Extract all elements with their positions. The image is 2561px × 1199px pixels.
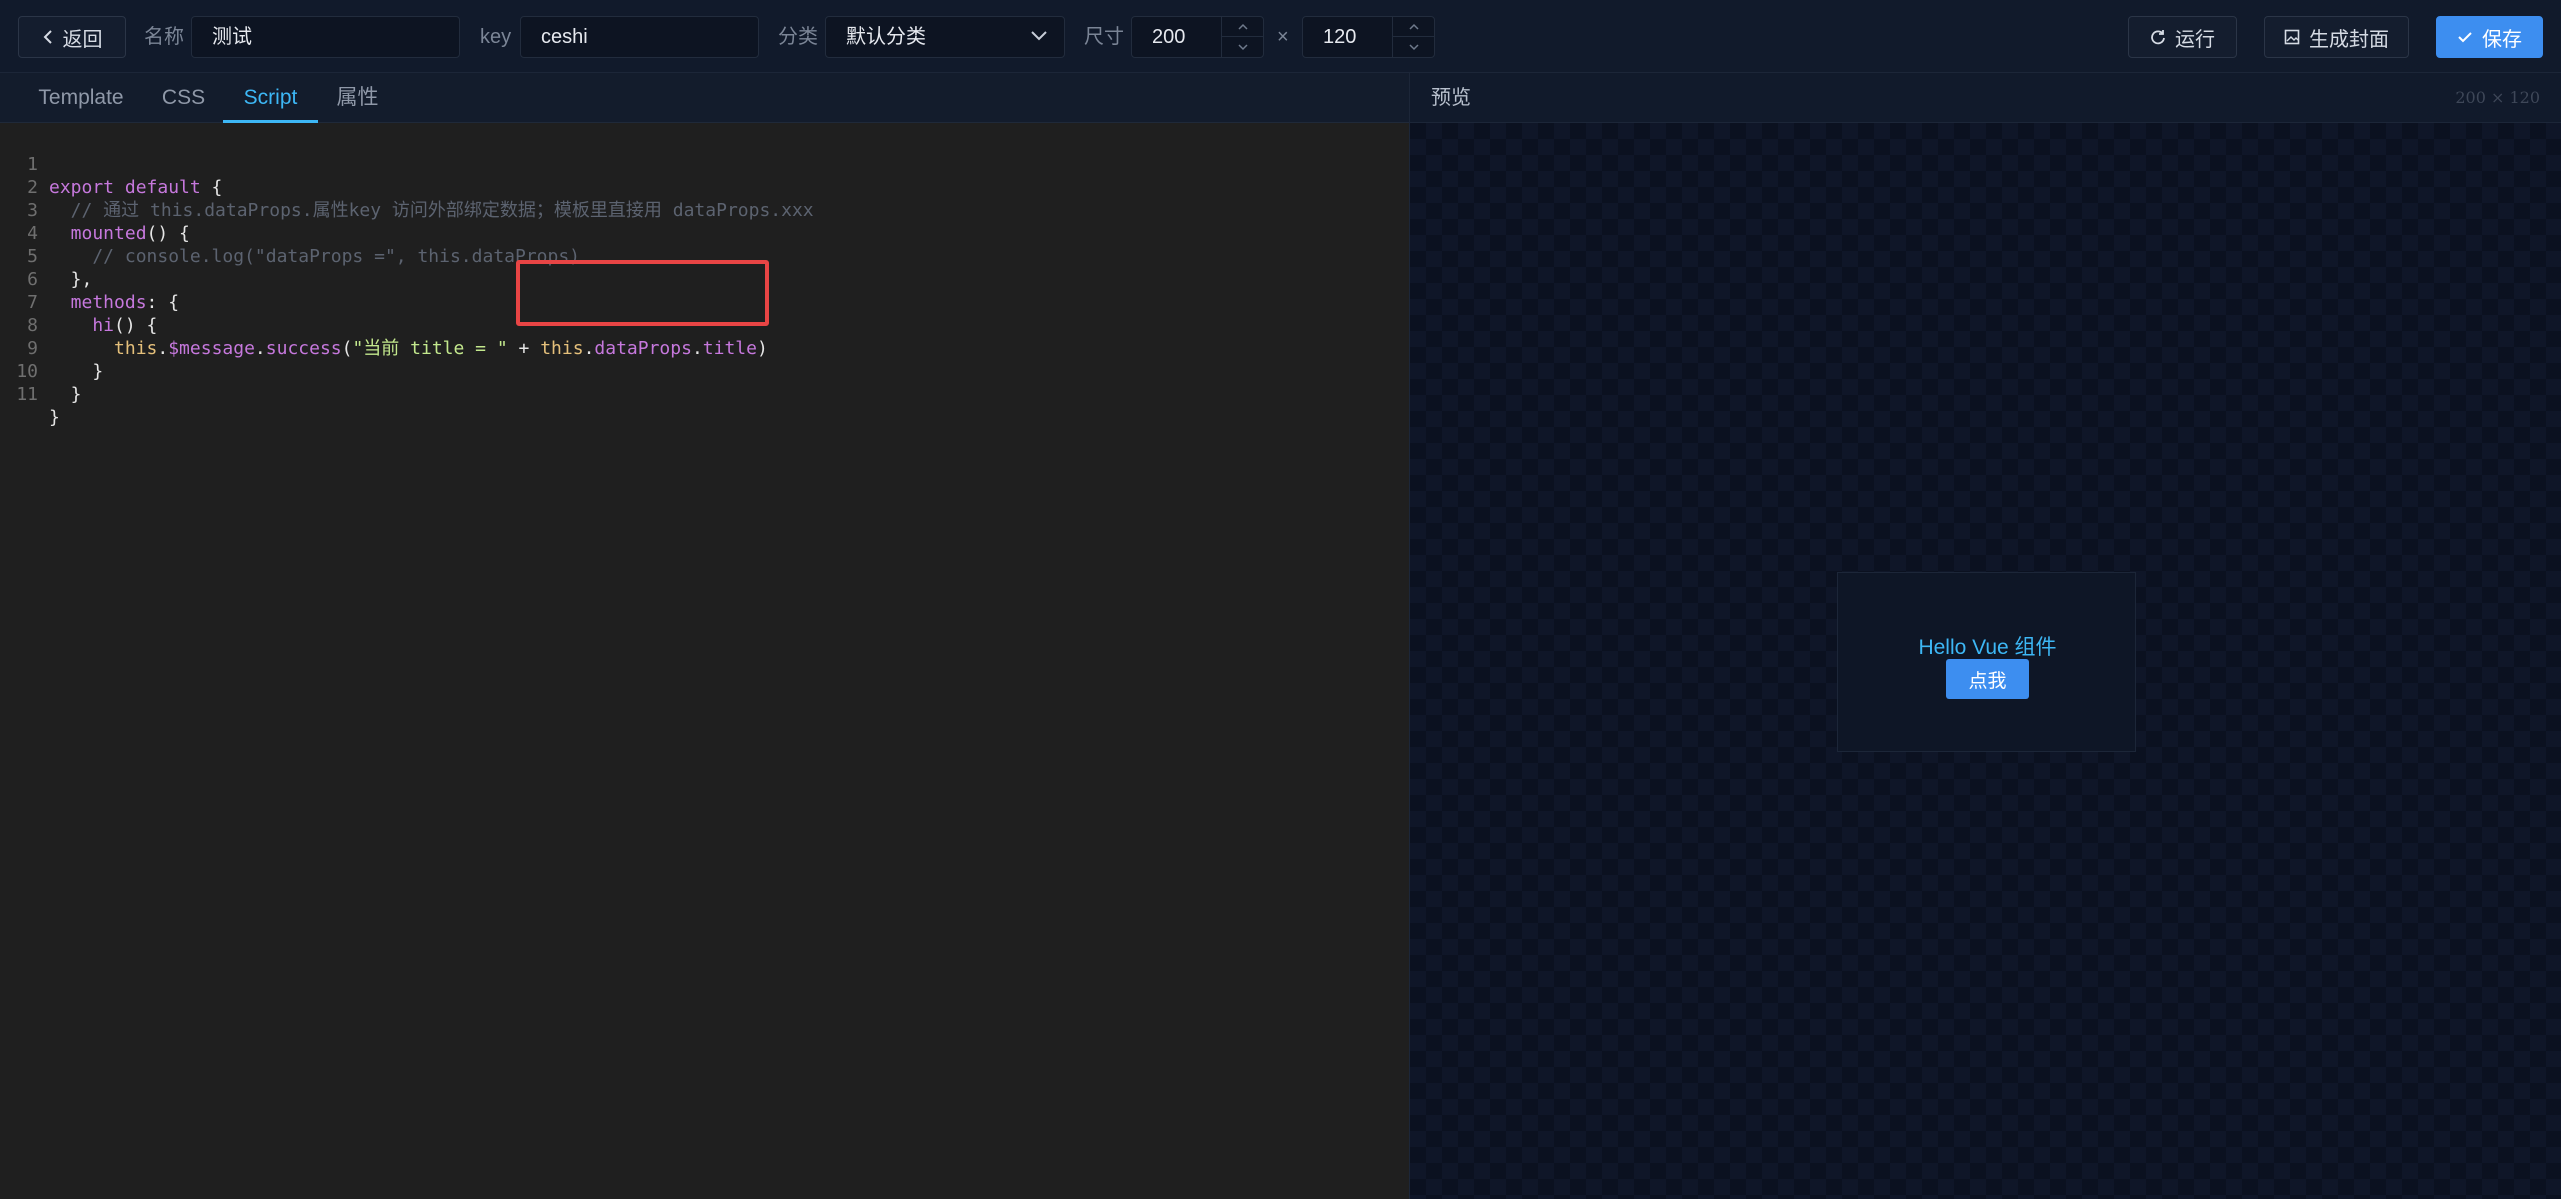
top-toolbar: 返回 名称 测试 key ceshi 分类 默认分类 尺寸 200 × 120 xyxy=(0,0,2561,73)
code-line: 10 } xyxy=(0,337,81,405)
code-text: export default { xyxy=(49,177,223,198)
width-stepper-arrows xyxy=(1221,17,1263,57)
code-line: 4 // console.log("dataProps =", this.dat… xyxy=(0,199,580,267)
increment-icon[interactable] xyxy=(1222,17,1263,37)
category-select[interactable]: 默认分类 xyxy=(825,16,1065,58)
width-stepper[interactable]: 200 xyxy=(1131,16,1264,58)
highlight-box xyxy=(516,260,769,326)
click-me-button[interactable]: 点我 xyxy=(1946,659,2029,699)
code-text: this.$message.success("当前 title = " + th… xyxy=(49,338,768,359)
code-text: } xyxy=(49,407,60,428)
preview-header: 预览 200 × 120 xyxy=(1409,73,2561,123)
save-button[interactable]: 保存 xyxy=(2436,16,2543,58)
decrement-icon[interactable] xyxy=(1222,37,1263,57)
code-line: 6 methods: { xyxy=(0,245,179,313)
code-text: mounted() { xyxy=(49,223,190,244)
code-line: 11 } xyxy=(0,360,65,428)
tab-script[interactable]: Script xyxy=(223,73,318,123)
tab-template[interactable]: Template xyxy=(24,73,138,123)
preview-dimensions: 200 × 120 xyxy=(2455,88,2540,107)
category-value: 默认分类 xyxy=(846,26,926,48)
code-line: 8 this.$message.success("当前 title = " + … xyxy=(0,291,768,359)
height-value: 120 xyxy=(1323,26,1357,48)
key-input[interactable]: ceshi xyxy=(520,16,759,58)
code-comment: // console.log("dataProps =", this.dataP… xyxy=(49,246,581,267)
run-label: 运行 xyxy=(2175,28,2215,51)
width-value: 200 xyxy=(1152,26,1186,48)
code-line: 9 } xyxy=(0,314,103,382)
code-comment: // 通过 this.dataProps.属性key 访问外部绑定数据；模板里直… xyxy=(49,200,814,221)
increment-icon[interactable] xyxy=(1393,17,1434,37)
code-line: 7 hi() { xyxy=(0,268,157,336)
chevron-down-icon xyxy=(1031,31,1047,41)
code-line: 2 // 通过 this.dataProps.属性key 访问外部绑定数据；模板… xyxy=(0,153,813,221)
generate-cover-button[interactable]: 生成封面 xyxy=(2264,16,2409,58)
preview-component-card: Hello Vue 组件 点我 xyxy=(1837,572,2136,752)
image-icon xyxy=(2284,29,2300,45)
back-button[interactable]: 返回 xyxy=(18,16,126,58)
key-label: key xyxy=(480,26,512,48)
run-button[interactable]: 运行 xyxy=(2128,16,2237,58)
save-label: 保存 xyxy=(2482,28,2522,51)
code-text: hi() { xyxy=(49,315,158,336)
tab-css[interactable]: CSS xyxy=(154,73,213,123)
times-sign: × xyxy=(1277,26,1289,48)
height-stepper-arrows xyxy=(1392,17,1434,57)
back-label: 返回 xyxy=(62,28,103,51)
app-window: 返回 名称 测试 key ceshi 分类 默认分类 尺寸 200 × 120 xyxy=(0,0,2561,1199)
decrement-icon[interactable] xyxy=(1393,37,1434,57)
refresh-icon xyxy=(2151,30,2165,45)
tab-properties[interactable]: 属性 xyxy=(329,73,386,123)
category-label: 分类 xyxy=(778,26,818,48)
height-stepper[interactable]: 120 xyxy=(1302,16,1435,58)
line-number: 11 xyxy=(16,384,38,405)
name-label: 名称 xyxy=(144,26,184,48)
cover-label: 生成封面 xyxy=(2309,28,2389,51)
name-input[interactable]: 测试 xyxy=(191,16,460,58)
code-line: 1 export default { xyxy=(0,130,222,198)
check-icon xyxy=(2458,32,2472,43)
preview-canvas: Hello Vue 组件 点我 xyxy=(1409,123,2561,1199)
preview-title: 预览 xyxy=(1431,87,1471,109)
editor-tab-bar: Template CSS Script 属性 xyxy=(0,73,1409,123)
code-text: methods: { xyxy=(49,292,180,313)
component-title: Hello Vue 组件 xyxy=(1918,636,2057,659)
size-label: 尺寸 xyxy=(1084,26,1124,48)
code-line: 3 mounted() { xyxy=(0,176,190,244)
chevron-left-icon xyxy=(43,30,52,44)
code-line: 5 }, xyxy=(0,222,92,290)
